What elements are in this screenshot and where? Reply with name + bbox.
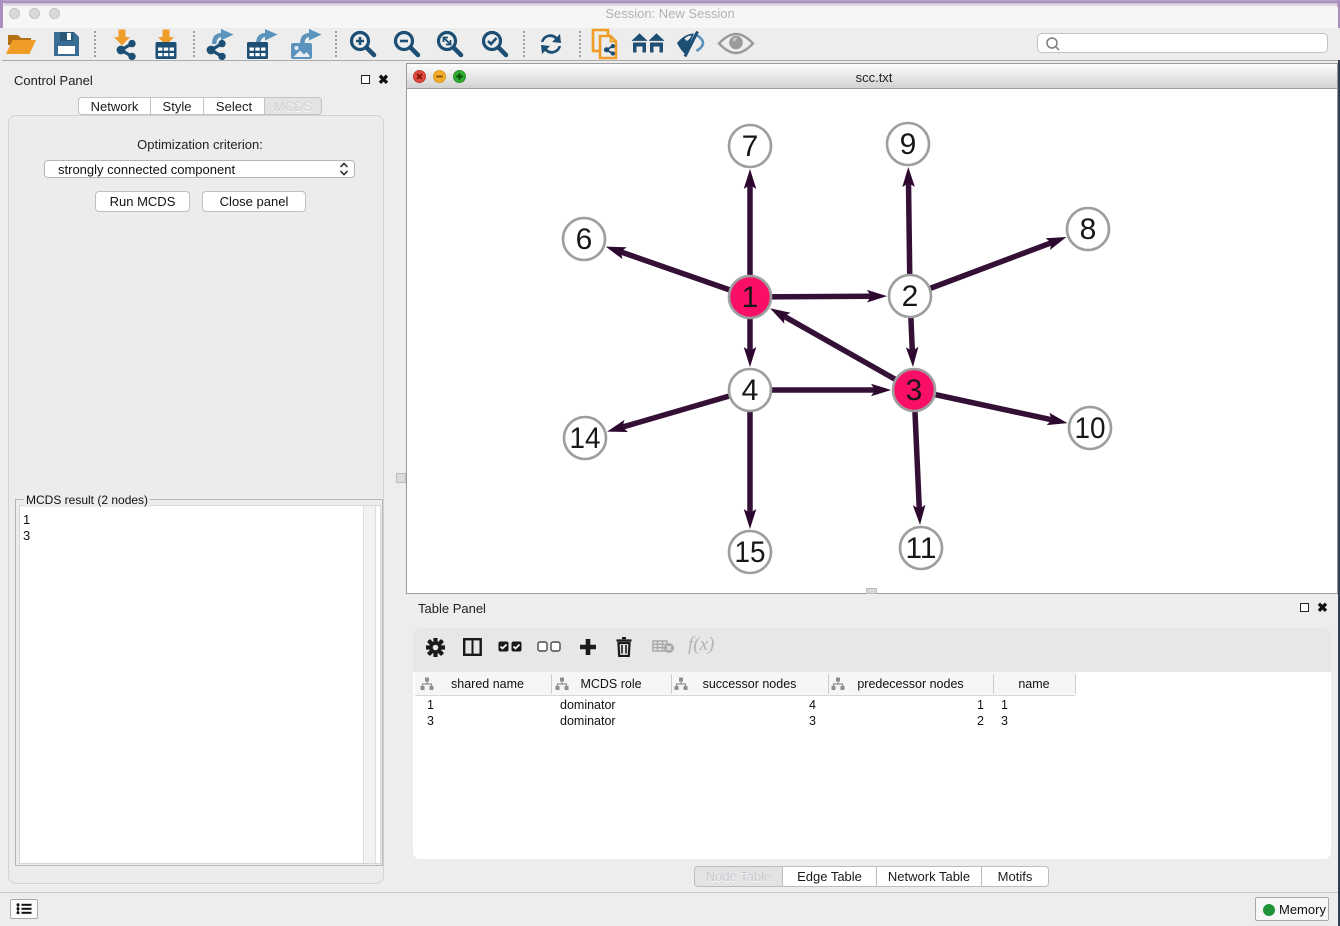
- svg-text:2: 2: [902, 280, 919, 313]
- svg-text:8: 8: [1080, 213, 1097, 246]
- svg-text:15: 15: [735, 536, 766, 569]
- svg-text:14: 14: [570, 422, 601, 455]
- svg-text:11: 11: [906, 532, 937, 565]
- svg-text:9: 9: [900, 128, 917, 161]
- svg-text:3: 3: [906, 374, 923, 407]
- svg-text:10: 10: [1075, 412, 1106, 445]
- svg-text:1: 1: [742, 281, 759, 314]
- svg-text:4: 4: [742, 374, 759, 407]
- svg-text:7: 7: [742, 130, 759, 163]
- svg-text:6: 6: [576, 223, 593, 256]
